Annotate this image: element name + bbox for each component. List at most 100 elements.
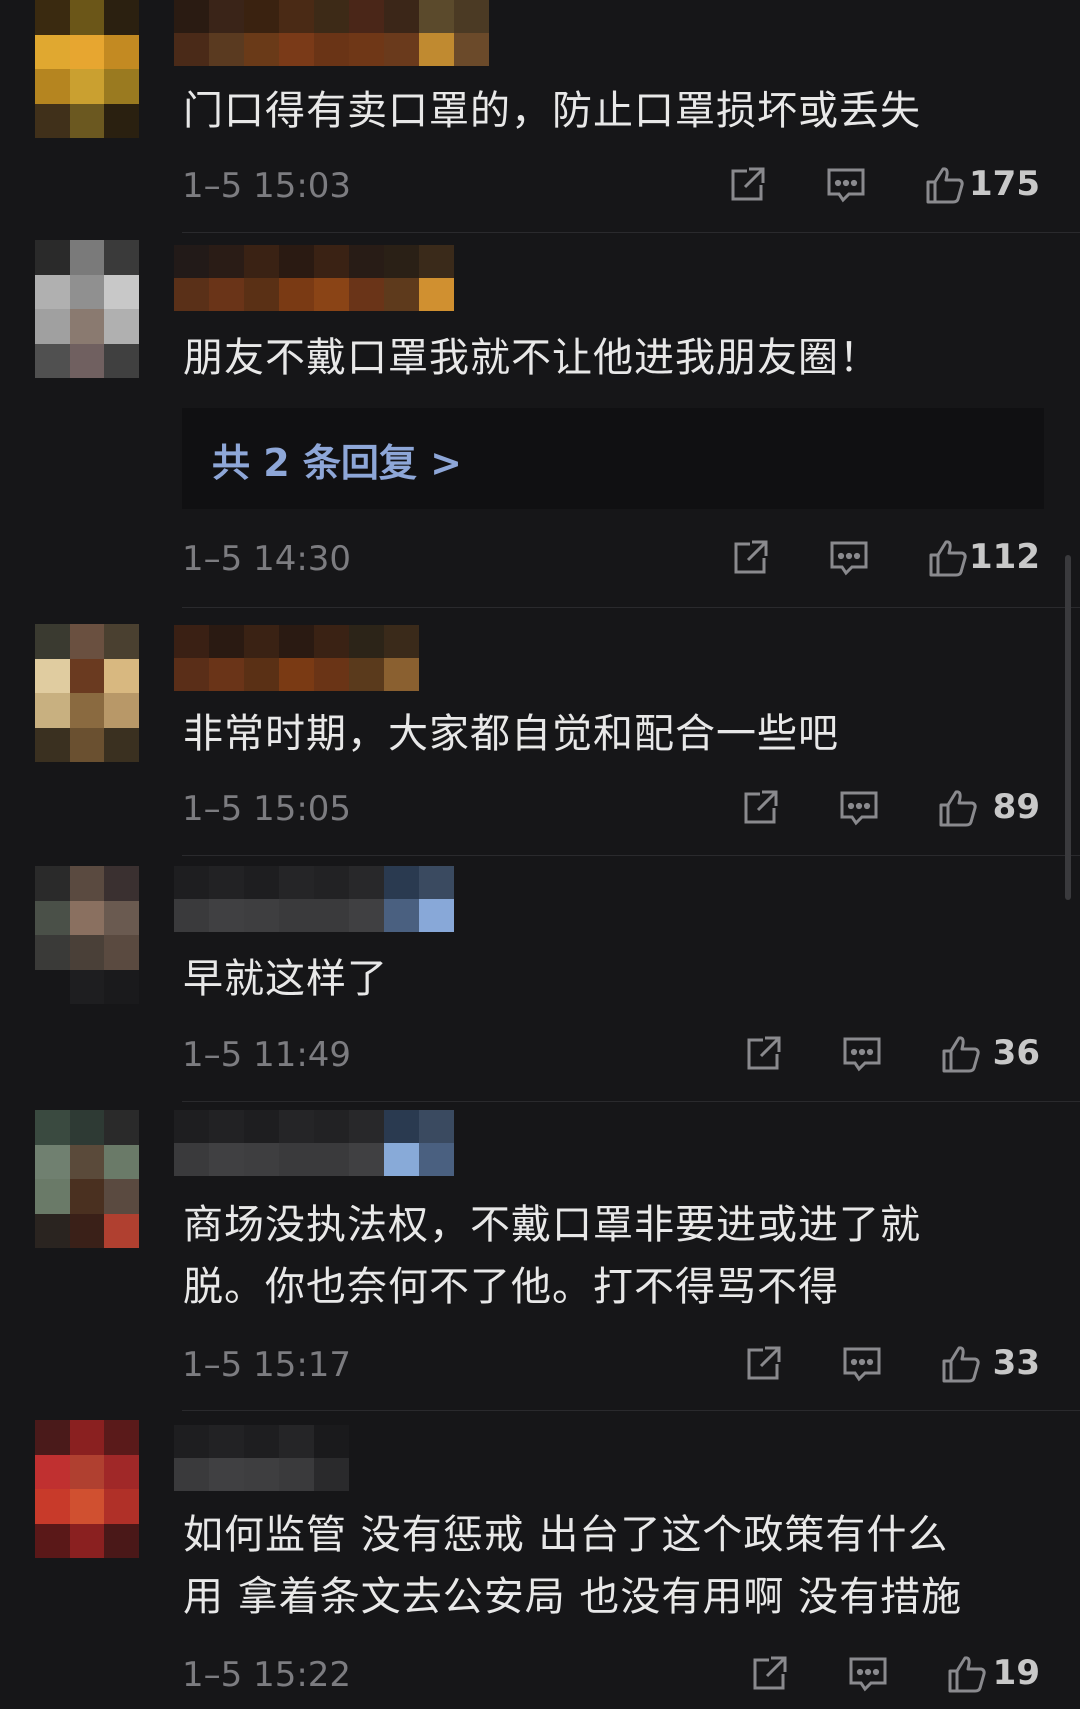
username-pixel — [419, 245, 454, 278]
avatar-pixel — [104, 969, 139, 1004]
reply-button[interactable] — [847, 1654, 889, 1694]
username-pixel — [244, 1425, 279, 1458]
avatar-pixel — [104, 240, 139, 275]
share-button[interactable] — [749, 1654, 791, 1694]
avatar-pixel — [69, 1523, 105, 1558]
avatar[interactable] — [35, 1110, 139, 1248]
username-pixel — [349, 1110, 384, 1143]
username-pixel — [419, 0, 454, 33]
like-button[interactable] — [940, 1034, 982, 1074]
avatar[interactable] — [35, 624, 139, 762]
username-blurred[interactable] — [174, 0, 489, 66]
reply-button[interactable] — [828, 538, 870, 578]
scrollbar[interactable] — [1065, 555, 1071, 900]
username-pixel — [209, 0, 244, 33]
username-blurred[interactable] — [174, 866, 454, 932]
thumbs-up-icon — [946, 1656, 988, 1698]
username-pixel — [174, 1425, 209, 1458]
avatar-pixel — [69, 969, 105, 1004]
avatar-pixel — [104, 900, 139, 935]
avatar-pixel — [104, 1523, 139, 1558]
avatar-pixel — [104, 103, 139, 138]
username-pixel — [174, 1110, 209, 1143]
username-pixel — [174, 658, 209, 691]
thumbs-up-icon — [924, 167, 966, 209]
like-button[interactable] — [937, 788, 979, 828]
like-button[interactable] — [940, 1344, 982, 1384]
username-pixel — [279, 625, 314, 658]
avatar-pixel — [35, 1179, 70, 1214]
username-pixel — [279, 1110, 314, 1143]
divider — [182, 855, 1080, 856]
username-blurred[interactable] — [174, 1425, 349, 1491]
like-count: 112 — [969, 537, 1040, 577]
replies-box[interactable]: 共 2 条回复 > — [182, 408, 1044, 509]
username-pixel — [349, 658, 384, 691]
share-icon — [743, 1036, 785, 1078]
username-blurred[interactable] — [174, 1110, 454, 1176]
share-icon — [743, 1346, 785, 1388]
username-pixel — [279, 33, 314, 66]
avatar-pixel — [69, 240, 105, 275]
username-pixel — [384, 1110, 419, 1143]
comment-meta: 1–5 15:03 175 — [0, 160, 1080, 210]
username-blurred[interactable] — [174, 625, 419, 691]
share-icon — [749, 1656, 791, 1698]
divider — [182, 232, 1080, 233]
username-pixel — [349, 899, 384, 932]
avatar-pixel — [35, 935, 70, 970]
comment-text: 门口得有卖口罩的，防止口罩损坏或丢失 — [183, 88, 921, 134]
username-pixel — [244, 245, 279, 278]
replies-link[interactable]: 共 2 条回复 > — [212, 432, 462, 487]
like-button[interactable] — [924, 165, 966, 205]
share-button[interactable] — [743, 1034, 785, 1074]
username-pixel — [209, 1425, 244, 1458]
reply-button[interactable] — [841, 1034, 883, 1074]
avatar-pixel — [69, 0, 105, 35]
like-button[interactable] — [927, 538, 969, 578]
avatar-pixel — [104, 34, 139, 69]
share-button[interactable] — [740, 788, 782, 828]
avatar-pixel — [35, 69, 70, 104]
avatar[interactable] — [35, 240, 139, 378]
share-button[interactable] — [727, 165, 769, 205]
avatar-pixel — [35, 343, 70, 378]
username-pixel — [314, 278, 349, 311]
username-pixel — [314, 33, 349, 66]
avatar-pixel — [69, 1144, 105, 1179]
like-button[interactable] — [946, 1654, 988, 1694]
like-count: 89 — [992, 787, 1040, 827]
comment-icon — [825, 168, 867, 209]
username-pixel — [314, 658, 349, 691]
avatar-pixel — [69, 727, 105, 762]
share-button[interactable] — [730, 538, 772, 578]
share-button[interactable] — [743, 1344, 785, 1384]
username-pixel — [209, 245, 244, 278]
avatar-pixel — [69, 1489, 105, 1524]
reply-button[interactable] — [838, 788, 880, 828]
username-pixel — [314, 866, 349, 899]
timestamp: 1–5 11:49 — [182, 1035, 352, 1075]
avatar-pixel — [104, 1454, 139, 1489]
reply-button[interactable] — [825, 165, 867, 205]
username-pixel — [349, 0, 384, 33]
timestamp: 1–5 15:03 — [182, 166, 352, 206]
avatar[interactable] — [35, 0, 139, 138]
username-pixel — [174, 33, 209, 66]
avatar-pixel — [69, 1213, 105, 1248]
comment-icon — [841, 1347, 883, 1388]
username-pixel — [244, 625, 279, 658]
avatar-pixel — [35, 900, 70, 935]
avatar[interactable] — [35, 866, 139, 1004]
username-pixel — [209, 899, 244, 932]
username-pixel — [244, 866, 279, 899]
username-blurred[interactable] — [174, 245, 454, 311]
timestamp: 1–5 15:05 — [182, 789, 352, 829]
avatar-pixel — [35, 1213, 70, 1248]
comment-meta: 1–5 11:49 36 — [0, 1029, 1080, 1079]
reply-button[interactable] — [841, 1344, 883, 1384]
avatar-pixel — [35, 693, 70, 728]
avatar[interactable] — [35, 1420, 139, 1558]
avatar-pixel — [104, 0, 139, 35]
comment-text: 朋友不戴口罩我就不让他进我朋友圈！ — [183, 335, 880, 381]
